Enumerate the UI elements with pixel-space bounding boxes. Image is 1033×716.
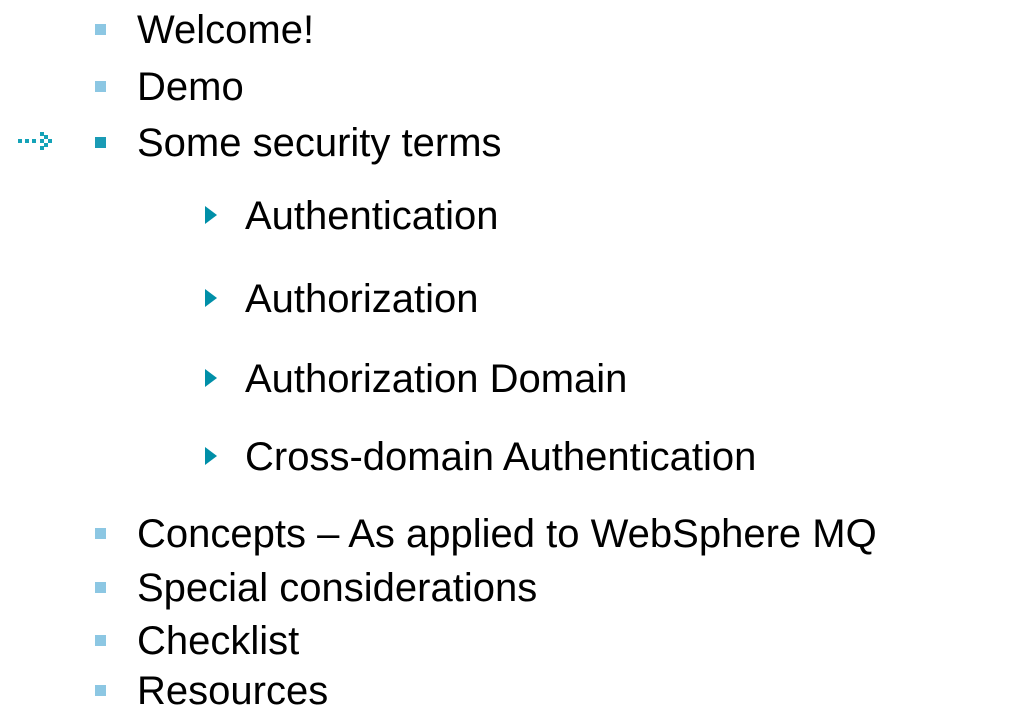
agenda-item-label: Some security terms	[137, 121, 502, 165]
square-bullet-icon	[95, 582, 106, 593]
agenda-item-label: Demo	[137, 65, 244, 109]
square-bullet-icon	[95, 137, 106, 148]
square-bullet-icon	[95, 81, 106, 92]
square-bullet-icon	[95, 24, 106, 35]
subitem-label: Cross-domain Authentication	[245, 435, 757, 479]
triangle-bullet-icon	[205, 289, 217, 307]
agenda-slide: Welcome! Demo Some security terms Authen…	[0, 0, 1033, 716]
subitem-label: Authentication	[245, 194, 499, 238]
dotted-arrow-icon	[18, 132, 52, 150]
square-bullet-icon	[95, 635, 106, 646]
agenda-item-label: Checklist	[137, 619, 300, 663]
subitem-label: Authorization Domain	[245, 357, 628, 401]
square-bullet-icon	[95, 528, 106, 539]
agenda-item-label: Special considerations	[137, 566, 538, 610]
triangle-bullet-icon	[205, 369, 217, 387]
agenda-item-label: Resources	[137, 669, 329, 713]
agenda-item-label: Concepts – As applied to WebSphere MQ	[137, 512, 877, 556]
square-bullet-icon	[95, 685, 106, 696]
triangle-bullet-icon	[205, 206, 217, 224]
agenda-item-label: Welcome!	[137, 8, 315, 52]
triangle-bullet-icon	[205, 447, 217, 465]
subitem-label: Authorization	[245, 277, 479, 321]
